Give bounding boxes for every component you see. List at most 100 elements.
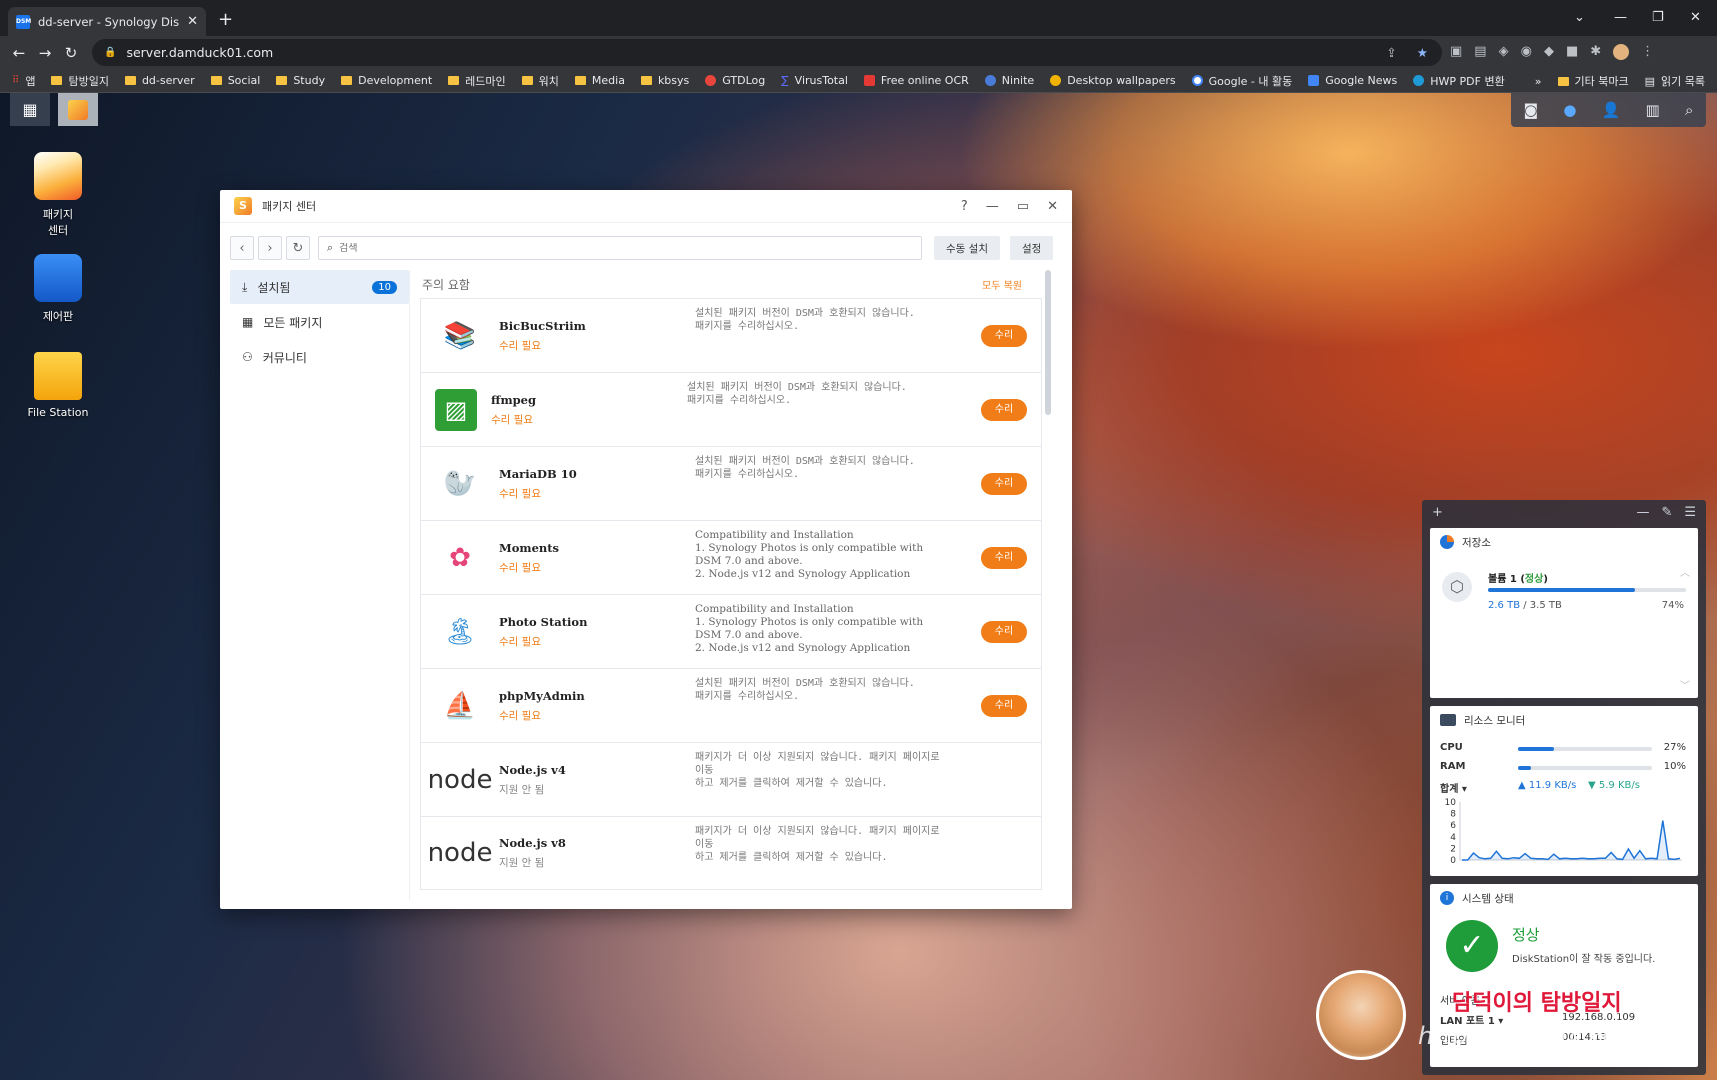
puzzle-icon[interactable]: ✱: [1590, 44, 1601, 60]
profile-avatar[interactable]: [1613, 44, 1630, 60]
back-button[interactable]: ‹: [230, 236, 254, 260]
forward-button[interactable]: ›: [258, 236, 282, 260]
bookmark-item[interactable]: 탐방일지: [51, 73, 109, 89]
bookmarks-right: » 기타 북마크 ▤ 읽기 목록: [1535, 69, 1705, 93]
search-icon[interactable]: ⌕: [1685, 101, 1693, 119]
back-icon[interactable]: ←: [6, 44, 32, 62]
bookmark-star-icon[interactable]: ★: [1417, 45, 1428, 60]
refresh-button[interactable]: ↻: [286, 236, 310, 260]
bookmark-item[interactable]: Development: [341, 74, 432, 87]
maximize-icon[interactable]: ▭: [1017, 199, 1029, 214]
shield-icon[interactable]: ◆: [1544, 44, 1554, 60]
reload-icon[interactable]: ↻: [58, 44, 84, 62]
package-row[interactable]: 🏝 Photo Station 수리 필요 Compatibility and Ins…: [420, 594, 1042, 668]
translate-icon[interactable]: ▤: [1474, 44, 1486, 60]
restore-all-link[interactable]: 모두 복원: [982, 277, 1022, 292]
main-menu-button[interactable]: ▦: [10, 93, 50, 126]
desktop-icon-package-center[interactable]: 패키지 센터: [8, 152, 108, 238]
search-input[interactable]: [339, 242, 880, 254]
browser-tab[interactable]: DSM dd-server - Synology DiskStation ✕: [8, 7, 206, 36]
package-row[interactable]: node Node.js v4 지원 안 됨 패키지가 더 이상 지원되지 않습니다.…: [420, 742, 1042, 816]
address-bar[interactable]: 🔒 server.damduck01.com ⇪ ★: [92, 39, 1442, 66]
bookmark-item[interactable]: Ninite: [984, 74, 1034, 87]
notification-icon[interactable]: ◙: [1524, 101, 1539, 119]
repair-button[interactable]: 수리: [981, 325, 1027, 347]
forward-icon[interactable]: →: [32, 44, 58, 62]
bookmark-item[interactable]: Study: [276, 74, 325, 87]
tab-search-icon[interactable]: ⌄: [1574, 10, 1585, 25]
repair-button[interactable]: 수리: [981, 473, 1027, 495]
extension-badge-icon[interactable]: ◈: [1499, 44, 1509, 60]
bookmark-item[interactable]: ∑ VirusTotal: [781, 74, 848, 87]
add-widget-icon[interactable]: +: [1432, 505, 1443, 520]
user-icon[interactable]: 👤: [1602, 101, 1621, 119]
pin-icon[interactable]: ✎: [1661, 505, 1672, 520]
download-value: 5.9 KB/s: [1598, 780, 1640, 791]
bookmark-item[interactable]: 워치: [521, 73, 559, 89]
bookmarks-more[interactable]: »: [1535, 75, 1542, 88]
help-icon[interactable]: ?: [961, 199, 968, 214]
desktop-icon-control-panel[interactable]: 제어판: [8, 254, 108, 324]
chevron-up-icon[interactable]: ︿: [1680, 564, 1690, 579]
package-description: 패키지가 더 이상 지원되지 않습니다. 패키지 페이지로 이동 하고 제거를 …: [695, 826, 940, 863]
repair-button[interactable]: 수리: [981, 695, 1027, 717]
package-name: phpMyAdmin: [499, 688, 585, 703]
package-row[interactable]: ⛵ phpMyAdmin 수리 필요 설치된 패키지 버전이 DSM과 호환되지 않습…: [420, 668, 1042, 742]
widget-menu-icon[interactable]: ☰: [1684, 505, 1696, 520]
network-label: 합계: [1440, 784, 1459, 795]
scrollbar[interactable]: [1045, 270, 1051, 415]
bookmark-item[interactable]: 레드마인: [448, 73, 506, 89]
bookmark-item[interactable]: Google News: [1308, 74, 1397, 87]
taskbar-package-center[interactable]: [58, 93, 98, 126]
folder-icon: [521, 76, 533, 85]
sidebar-item-all-packages[interactable]: ▦ 모든 패키지: [230, 305, 409, 339]
package-row[interactable]: 📚 BicBucStriim 수리 필요 설치된 패키지 버전이 DSM과 호환되지 …: [420, 298, 1042, 372]
bookmark-item[interactable]: Free online OCR: [863, 74, 969, 87]
sidebar-item-community[interactable]: ⚇ 커뮤니티: [230, 340, 409, 374]
package-row[interactable]: ✿ Moments 수리 필요 Compatibility and Installat…: [420, 520, 1042, 594]
desktop-icon-file-station[interactable]: File Station: [8, 352, 108, 419]
url-text: server.damduck01.com: [126, 45, 274, 60]
search-box[interactable]: ⌕: [318, 236, 922, 260]
other-bookmarks[interactable]: 기타 북마크: [1557, 73, 1629, 89]
new-tab-button[interactable]: +: [218, 9, 233, 30]
minimize-icon[interactable]: —: [1636, 505, 1649, 520]
minimize-icon[interactable]: —: [1614, 10, 1627, 25]
bookmark-item[interactable]: GTDLog: [705, 74, 765, 87]
restore-icon[interactable]: ❐: [1652, 10, 1664, 25]
sidebar-item-installed[interactable]: ⤓ 설치됨 10: [230, 270, 409, 304]
repair-button[interactable]: 수리: [981, 399, 1027, 421]
bookmark-item[interactable]: Desktop wallpapers: [1050, 74, 1176, 87]
bookmark-item[interactable]: kbsys: [640, 74, 689, 87]
repair-button[interactable]: 수리: [981, 547, 1027, 569]
chevron-down-icon[interactable]: ﹀: [1680, 677, 1690, 692]
camera-icon[interactable]: ◉: [1521, 44, 1532, 60]
reading-list[interactable]: ▤ 읽기 목록: [1645, 73, 1705, 89]
bookmark-apps[interactable]: ⠿ 앱: [12, 73, 35, 89]
bookmark-item[interactable]: Social: [210, 74, 260, 87]
minimize-icon[interactable]: —: [986, 199, 999, 214]
bookmark-item[interactable]: HWP PDF 변환: [1413, 73, 1505, 89]
close-tab-icon[interactable]: ✕: [187, 14, 198, 29]
close-window-icon[interactable]: ✕: [1690, 10, 1701, 25]
bookmark-item[interactable]: Google - 내 활동: [1191, 73, 1292, 89]
package-row[interactable]: ▨ ffmpeg 수리 필요 설치된 패키지 버전이 DSM과 호환되지 않습니다. …: [420, 372, 1042, 446]
package-row[interactable]: node Node.js v8 지원 안 됨 패키지가 더 이상 지원되지 않습니다.…: [420, 816, 1042, 890]
volume-status: 정상: [1524, 574, 1544, 585]
bookmark-item[interactable]: dd-server: [124, 74, 195, 87]
menu-icon[interactable]: ⋮: [1641, 44, 1654, 60]
repair-button[interactable]: 수리: [981, 621, 1027, 643]
widgets-icon[interactable]: ▥: [1646, 101, 1660, 119]
network-dropdown[interactable]: 합계 ▾: [1440, 780, 1467, 795]
chat-icon[interactable]: ●: [1563, 101, 1576, 119]
bookmark-item[interactable]: Media: [574, 74, 625, 87]
square-icon[interactable]: ■: [1566, 44, 1578, 60]
close-icon[interactable]: ✕: [1047, 199, 1058, 214]
settings-button[interactable]: 설정: [1009, 236, 1054, 260]
volume-capacity: 2.6 TB / 3.5 TB: [1488, 600, 1562, 611]
extension-icon[interactable]: ▣: [1450, 44, 1462, 60]
package-row[interactable]: 🦭 MariaDB 10 수리 필요 설치된 패키지 버전이 DSM과 호환되지 않습…: [420, 446, 1042, 520]
window-titlebar[interactable]: S 패키지 센터 ? — ▭ ✕: [220, 190, 1072, 223]
manual-install-button[interactable]: 수동 설치: [934, 236, 1000, 260]
share-icon[interactable]: ⇪: [1386, 45, 1396, 60]
